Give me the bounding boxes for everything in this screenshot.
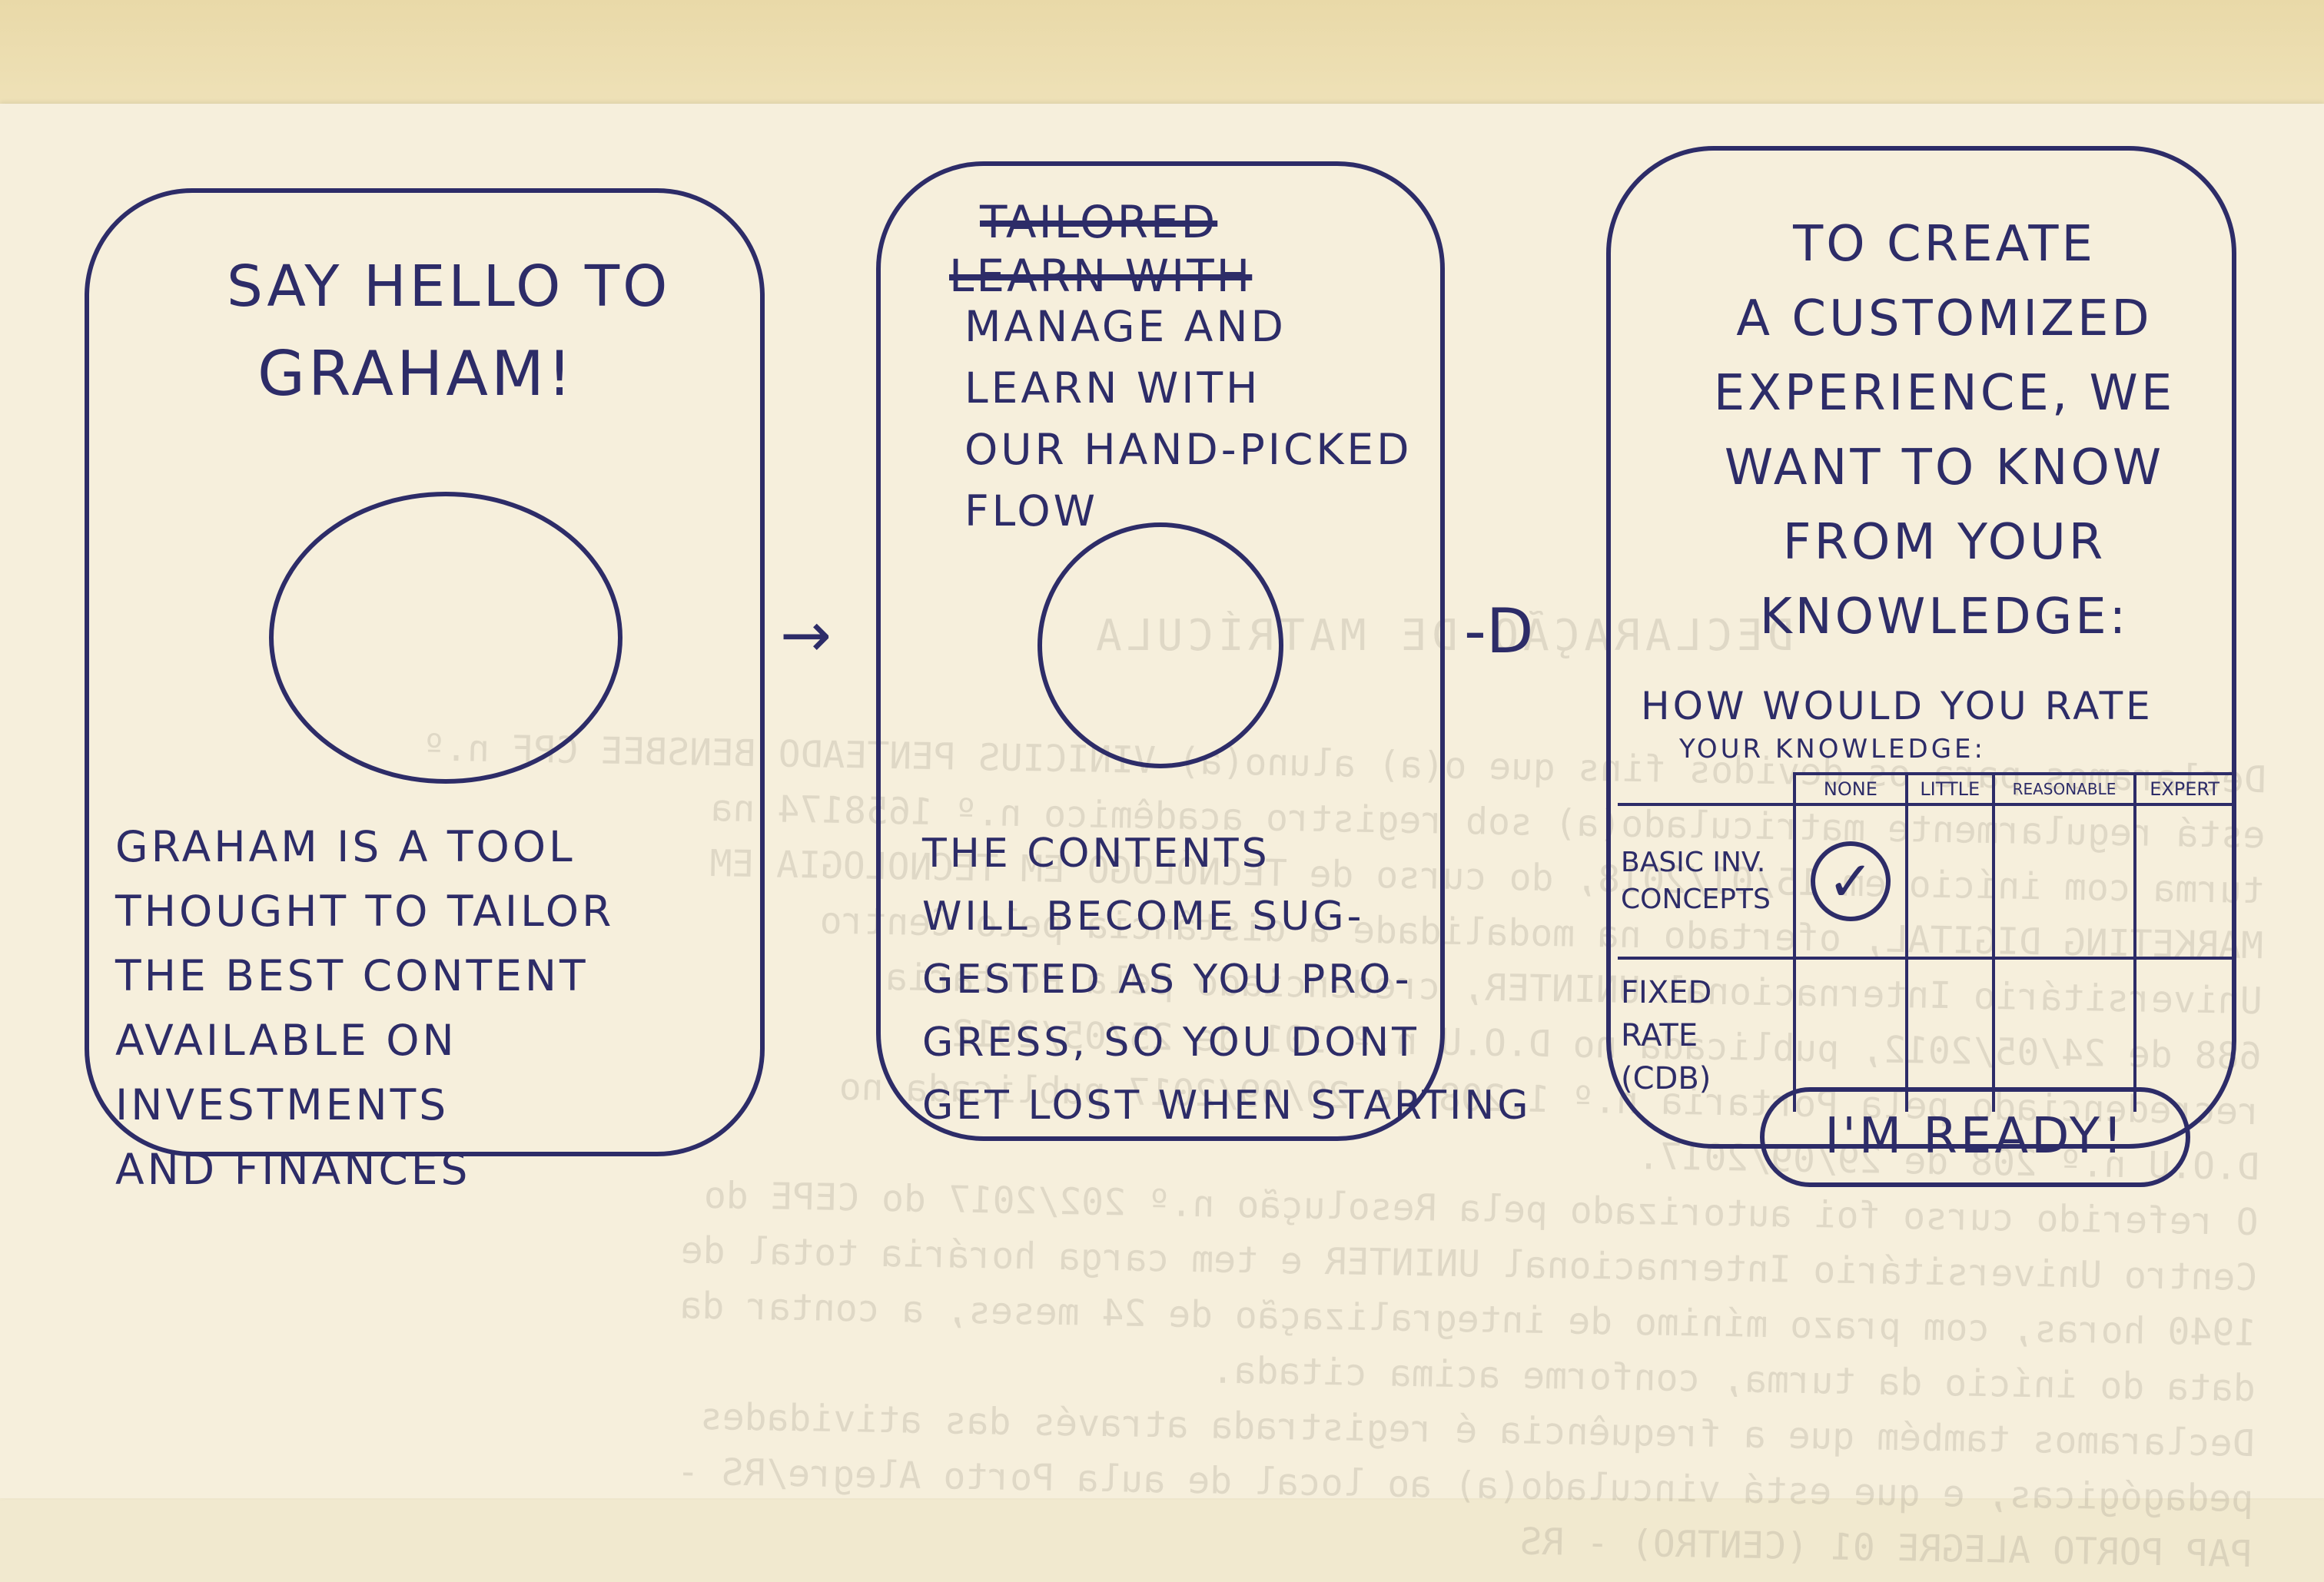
- screen1-illustration-placeholder: [269, 492, 622, 784]
- rating-question-line2: YOUR KNOWLEDGE:: [1679, 734, 1986, 764]
- rating-header-row: NONE LITTLE REASONABLE EXPERT: [1618, 772, 2233, 806]
- checkmark-circle-icon: ✓: [1810, 841, 1891, 921]
- screen1-title-line1: SAY HELLO TO: [227, 254, 671, 320]
- rating-column-expert: EXPERT: [2133, 772, 2233, 806]
- screen2-body-text: THE CONTENTS WILL BECOME SUG- GESTED AS …: [922, 831, 1532, 1129]
- rating-header-empty: [1618, 774, 1796, 806]
- screen1-body-text: GRAHAM IS A TOOL THOUGHT TO TAILOR THE B…: [115, 822, 615, 1194]
- screen2-crossed-out-word-2: LEARN WITH: [949, 250, 1253, 302]
- rating-question-line1: HOW WOULD YOU RATE: [1641, 684, 2153, 728]
- screen2-title: MANAGE AND LEARN WITH OUR HAND-PICKED FL…: [964, 302, 1413, 536]
- rating-row-basic-concepts: BASIC INV. CONCEPTS ✓: [1618, 803, 2233, 960]
- rating-row-label: FIXED RATE (CDB): [1618, 957, 1796, 1112]
- rating-column-reasonable: REASONABLE: [1991, 772, 2137, 806]
- screen2-crossed-out-word-1: TAILORED: [980, 196, 1218, 248]
- rating-cell-none-checked[interactable]: ✓: [1793, 803, 1908, 960]
- im-ready-button[interactable]: I'M READY!: [1760, 1087, 2190, 1187]
- rating-cell-little[interactable]: [1904, 803, 1995, 960]
- rating-column-little: LITTLE: [1904, 772, 1995, 806]
- background-wall: [0, 0, 2324, 115]
- screen2-illustration-placeholder: [1038, 522, 1283, 768]
- flow-arrow-2: -D: [1464, 595, 1534, 667]
- screen1-title-line2: GRAHAM!: [257, 338, 576, 410]
- rating-column-none: NONE: [1793, 772, 1908, 806]
- rating-cell-reasonable[interactable]: [1991, 803, 2137, 960]
- flow-arrow-1: →: [780, 599, 832, 671]
- knowledge-rating-table: NONE LITTLE REASONABLE EXPERT BASIC INV.…: [1618, 772, 2233, 1112]
- rating-cell-expert[interactable]: [2133, 803, 2233, 960]
- rating-row-label: BASIC INV. CONCEPTS: [1618, 803, 1796, 960]
- screen3-title: TO CREATE A CUSTOMIZED EXPERIENCE, WE WA…: [1713, 216, 2176, 645]
